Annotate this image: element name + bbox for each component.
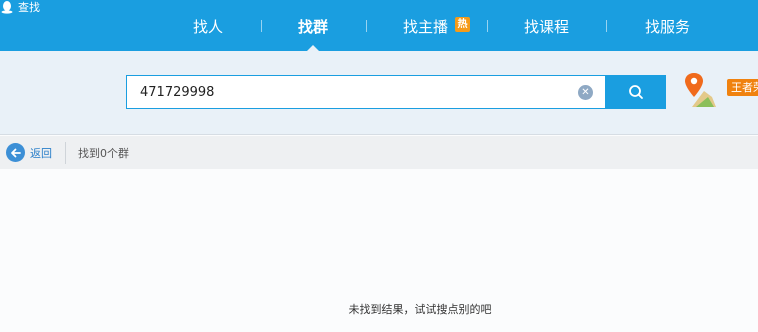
- clear-icon[interactable]: ✕: [578, 85, 593, 100]
- nav-divider: [487, 20, 488, 32]
- search-button[interactable]: [605, 75, 666, 109]
- map-pin-icon: [685, 73, 716, 107]
- tab-find-courses[interactable]: 找课程: [524, 16, 569, 38]
- tab-find-groups[interactable]: 找群: [298, 16, 328, 38]
- tab-find-people[interactable]: 找人: [193, 16, 223, 38]
- promo-banner[interactable]: 王者荣: [682, 71, 758, 111]
- nav-divider: [366, 20, 367, 32]
- nav-divider: [606, 20, 607, 32]
- empty-state-message: 未找到结果，试试搜点别的吧: [348, 303, 492, 316]
- back-label: 返回: [30, 146, 52, 160]
- tab-find-services[interactable]: 找服务: [645, 16, 690, 38]
- search-band: ✕ 王者荣: [0, 51, 758, 135]
- result-count: 找到0个群: [78, 146, 129, 160]
- back-arrow-icon: [6, 143, 25, 162]
- top-bar: 查找 找人 找群 找主播 热 找课程 找服务: [0, 0, 758, 51]
- promo-badge: 王者荣: [727, 79, 758, 96]
- results-area: 未找到结果，试试搜点别的吧: [0, 169, 758, 332]
- hot-icon: 热: [455, 17, 470, 32]
- nav-divider: [261, 20, 262, 32]
- main-nav: 找人 找群 找主播 热 找课程 找服务: [0, 0, 758, 51]
- back-button[interactable]: 返回: [6, 143, 52, 162]
- search-input[interactable]: [140, 77, 570, 107]
- toolbar-divider: [65, 141, 66, 164]
- search-icon: [628, 85, 643, 99]
- search-box: ✕: [126, 75, 606, 109]
- tab-find-streamers[interactable]: 找主播: [403, 16, 448, 38]
- results-toolbar: 返回 找到0个群: [0, 136, 758, 169]
